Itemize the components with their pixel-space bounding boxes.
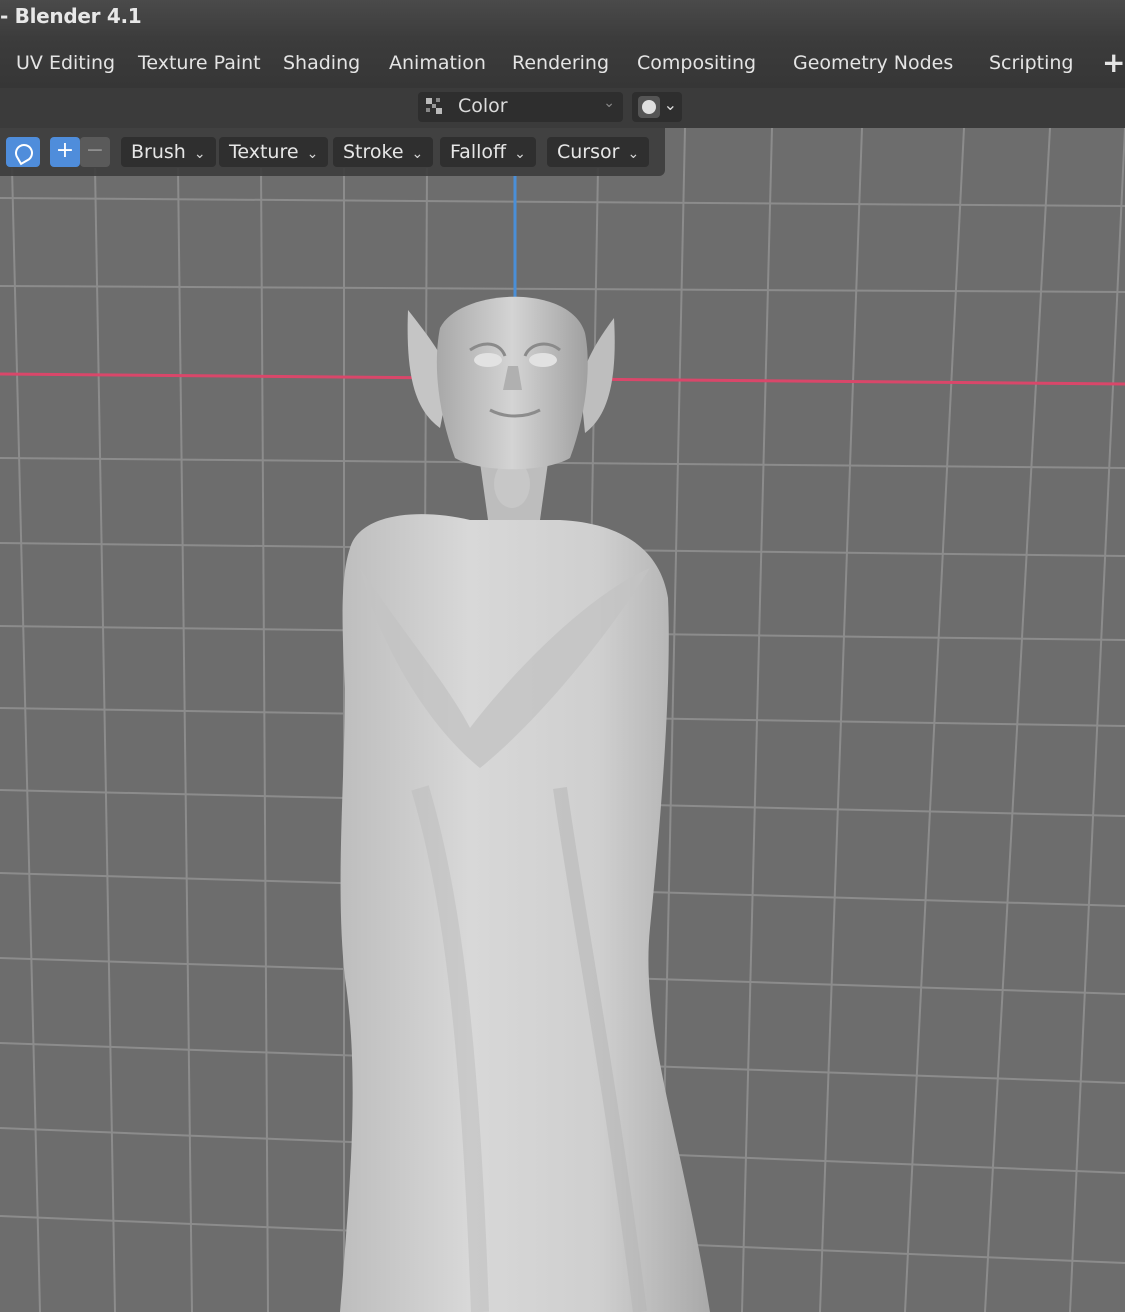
chevron-down-icon: ⌄ [306,146,319,162]
texture-menu-label: Texture [229,141,299,163]
stroke-menu-label: Stroke [343,141,404,163]
chevron-down-icon: ⌄ [627,146,640,162]
color-mode-label: Color [458,95,508,117]
tab-rendering[interactable]: Rendering [502,44,619,82]
subtract-mode-button[interactable]: − [80,137,110,167]
cursor-menu[interactable]: Cursor ⌄ [547,137,650,167]
cursor-menu-label: Cursor [557,141,620,163]
texture-menu[interactable]: Texture ⌄ [219,137,329,167]
tab-scripting[interactable]: Scripting [979,44,1084,82]
add-workspace-button[interactable]: + [1098,44,1125,82]
add-mode-button[interactable]: + [50,137,80,167]
chevron-down-icon: ⌄ [663,95,677,114]
falloff-menu-label: Falloff [450,141,507,163]
viewport-shading-dropdown[interactable]: ⌄ [632,92,682,122]
viewport-scene [0,128,1125,1312]
tab-uv-editing[interactable]: UV Editing [6,44,125,82]
tool-settings-bar: + − Brush ⌄ Texture ⌄ Stroke ⌄ Falloff ⌄ Cur… [0,128,665,176]
chevron-down-icon: ⌄ [193,146,206,162]
workspace-tabs: UV Editing Texture Paint Shading Animati… [0,36,1125,89]
sculpt-model [340,296,710,1312]
tab-texture-paint[interactable]: Texture Paint [128,44,271,82]
tab-compositing[interactable]: Compositing [627,44,766,82]
sphere-shading-icon [638,96,660,118]
brush-menu-label: Brush [131,141,186,163]
chevron-down-icon: ⌄ [514,146,526,162]
vertex-color-icon [426,98,442,114]
brush-menu[interactable]: Brush ⌄ [121,137,216,167]
falloff-menu[interactable]: Falloff ⌄ [440,137,536,167]
chevron-down-icon: ⌄ [411,146,424,162]
title-bar: - Blender 4.1 [0,0,1125,36]
tab-geometry-nodes[interactable]: Geometry Nodes [783,44,963,82]
3d-viewport[interactable] [0,128,1125,1312]
color-mode-dropdown[interactable]: Color ⌄ [418,92,623,122]
paint-brush-icon[interactable] [6,137,40,167]
tab-shading[interactable]: Shading [273,44,370,82]
stroke-menu[interactable]: Stroke ⌄ [333,137,434,167]
chevron-down-icon: ⌄ [603,95,615,111]
viewport-header: Color ⌄ ⌄ [0,88,1125,128]
tab-animation[interactable]: Animation [379,44,496,82]
window-title: - Blender 4.1 [0,4,142,28]
